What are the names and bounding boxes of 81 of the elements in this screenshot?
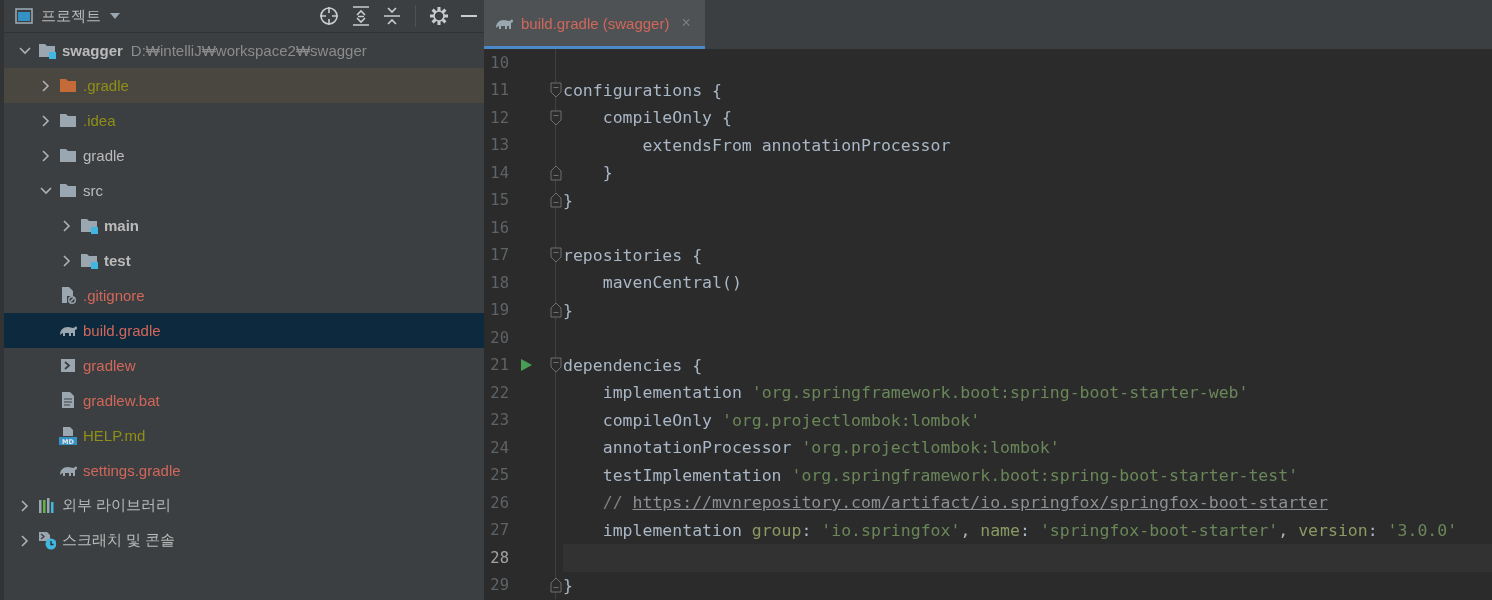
fold-marker-icon[interactable]: [550, 164, 562, 181]
tree-item[interactable]: settings.gradle: [4, 453, 484, 488]
tree-item[interactable]: build.gradle: [4, 313, 484, 348]
code-line: implementation group: 'io.springfox', name: 'springfox-boot-starter', version: '3.0.0': [601, 519, 1459, 542]
line-number: 13: [489, 136, 509, 155]
module-folder-icon: [80, 251, 98, 270]
fold-marker-icon[interactable]: [550, 577, 562, 594]
scratch-clock-icon: [38, 531, 56, 550]
settings-icon[interactable]: [429, 6, 449, 26]
tree-item[interactable]: .gitignore: [4, 278, 484, 313]
line-number: 10: [489, 53, 509, 72]
line-number: 20: [489, 328, 509, 347]
code-line: compileOnly 'org.projectlombok:lombok': [601, 409, 982, 432]
code-line: implementation 'org.springframework.boot:spring-boot-starter-web': [601, 382, 1250, 404]
line-number: 12: [489, 108, 509, 127]
line-number: 17: [489, 246, 509, 265]
panel-window-icon: [15, 8, 33, 24]
expand-all-icon[interactable]: [351, 5, 371, 27]
line-number: 26: [489, 493, 509, 512]
tree-item[interactable]: 외부 라이브러리: [4, 488, 484, 523]
folder-icon: [59, 76, 77, 95]
line-number: 24: [489, 438, 509, 457]
folder-icon: [59, 111, 77, 130]
code-line: annotationProcessor 'org.projectlombok:lombok': [601, 437, 1061, 459]
tree-item[interactable]: test: [4, 243, 484, 278]
editor-tab[interactable]: build.gradle (swagger) ×: [484, 0, 705, 49]
code-link[interactable]: https://mvnrepository.com/artifact/io.springfox/springfox-boot-starter: [632, 493, 1328, 512]
line-number: 28: [489, 548, 509, 567]
fold-marker-icon[interactable]: [550, 109, 562, 126]
line-number: 21: [489, 356, 509, 375]
line-number: 19: [489, 301, 509, 320]
code-line: compileOnly {: [601, 107, 733, 129]
tree-item[interactable]: swagger D:₩intelliJ₩workspace2₩swagger: [4, 33, 484, 68]
code-line: }: [563, 189, 574, 212]
collapse-all-icon[interactable]: [382, 5, 402, 27]
ignored-file-icon: [59, 286, 77, 305]
code-line: }: [563, 299, 574, 322]
fold-marker-icon[interactable]: [550, 302, 562, 319]
line-number: 18: [489, 273, 509, 292]
locate-icon[interactable]: [318, 5, 340, 27]
tree-item[interactable]: main: [4, 208, 484, 243]
line-number: 27: [489, 521, 509, 540]
code-line: // https://mvnrepository.com/artifact/io.springfox/springfox-boot-starter: [601, 492, 1329, 514]
run-icon[interactable]: [519, 358, 532, 373]
fold-marker-icon[interactable]: [550, 247, 562, 264]
folder-icon: [59, 146, 77, 165]
module-folder-icon: [80, 216, 98, 235]
line-number: 22: [489, 383, 509, 402]
code-line: }: [563, 574, 574, 597]
project-path: D:₩intelliJ₩workspace2₩swagger: [130, 42, 367, 59]
tree-item[interactable]: .idea: [4, 103, 484, 138]
line-number: 15: [489, 191, 509, 210]
code-line: }: [601, 162, 614, 184]
module-folder-icon: [38, 41, 56, 60]
terminal-icon: [59, 356, 77, 375]
tree-item[interactable]: .gradle: [4, 68, 484, 103]
code-line: dependencies {: [563, 354, 704, 377]
tree-item[interactable]: gradle: [4, 138, 484, 173]
tree-item[interactable]: gradlew.bat: [4, 383, 484, 418]
text-file-icon: [59, 391, 77, 410]
fold-marker-icon[interactable]: [550, 82, 562, 99]
code-line: testImplementation 'org.springframework.boot:spring-boot-starter-test': [601, 464, 1300, 487]
code-line: repositories {: [563, 244, 704, 267]
line-number: 25: [489, 466, 509, 485]
code-line: mavenCentral(): [601, 272, 743, 294]
tree-item[interactable]: 스크래치 및 콘솔: [4, 523, 484, 558]
caret-icon: [109, 12, 121, 20]
line-number: 23: [489, 411, 509, 430]
fold-marker-icon[interactable]: [550, 357, 562, 374]
folder-icon: [59, 181, 77, 200]
library-bars-icon: [38, 496, 56, 515]
code-line: extendsFrom annotationProcessor: [641, 134, 952, 157]
code-line: configurations {: [563, 79, 723, 102]
line-number: 14: [489, 163, 509, 182]
line-number: 16: [489, 218, 509, 237]
tree-item[interactable]: src: [4, 173, 484, 208]
line-number: 11: [489, 81, 509, 100]
line-number: 29: [489, 576, 509, 595]
tree-item[interactable]: gradlew: [4, 348, 484, 383]
view-selector[interactable]: 프로젝트: [15, 6, 121, 26]
fold-marker-icon[interactable]: [550, 192, 562, 209]
